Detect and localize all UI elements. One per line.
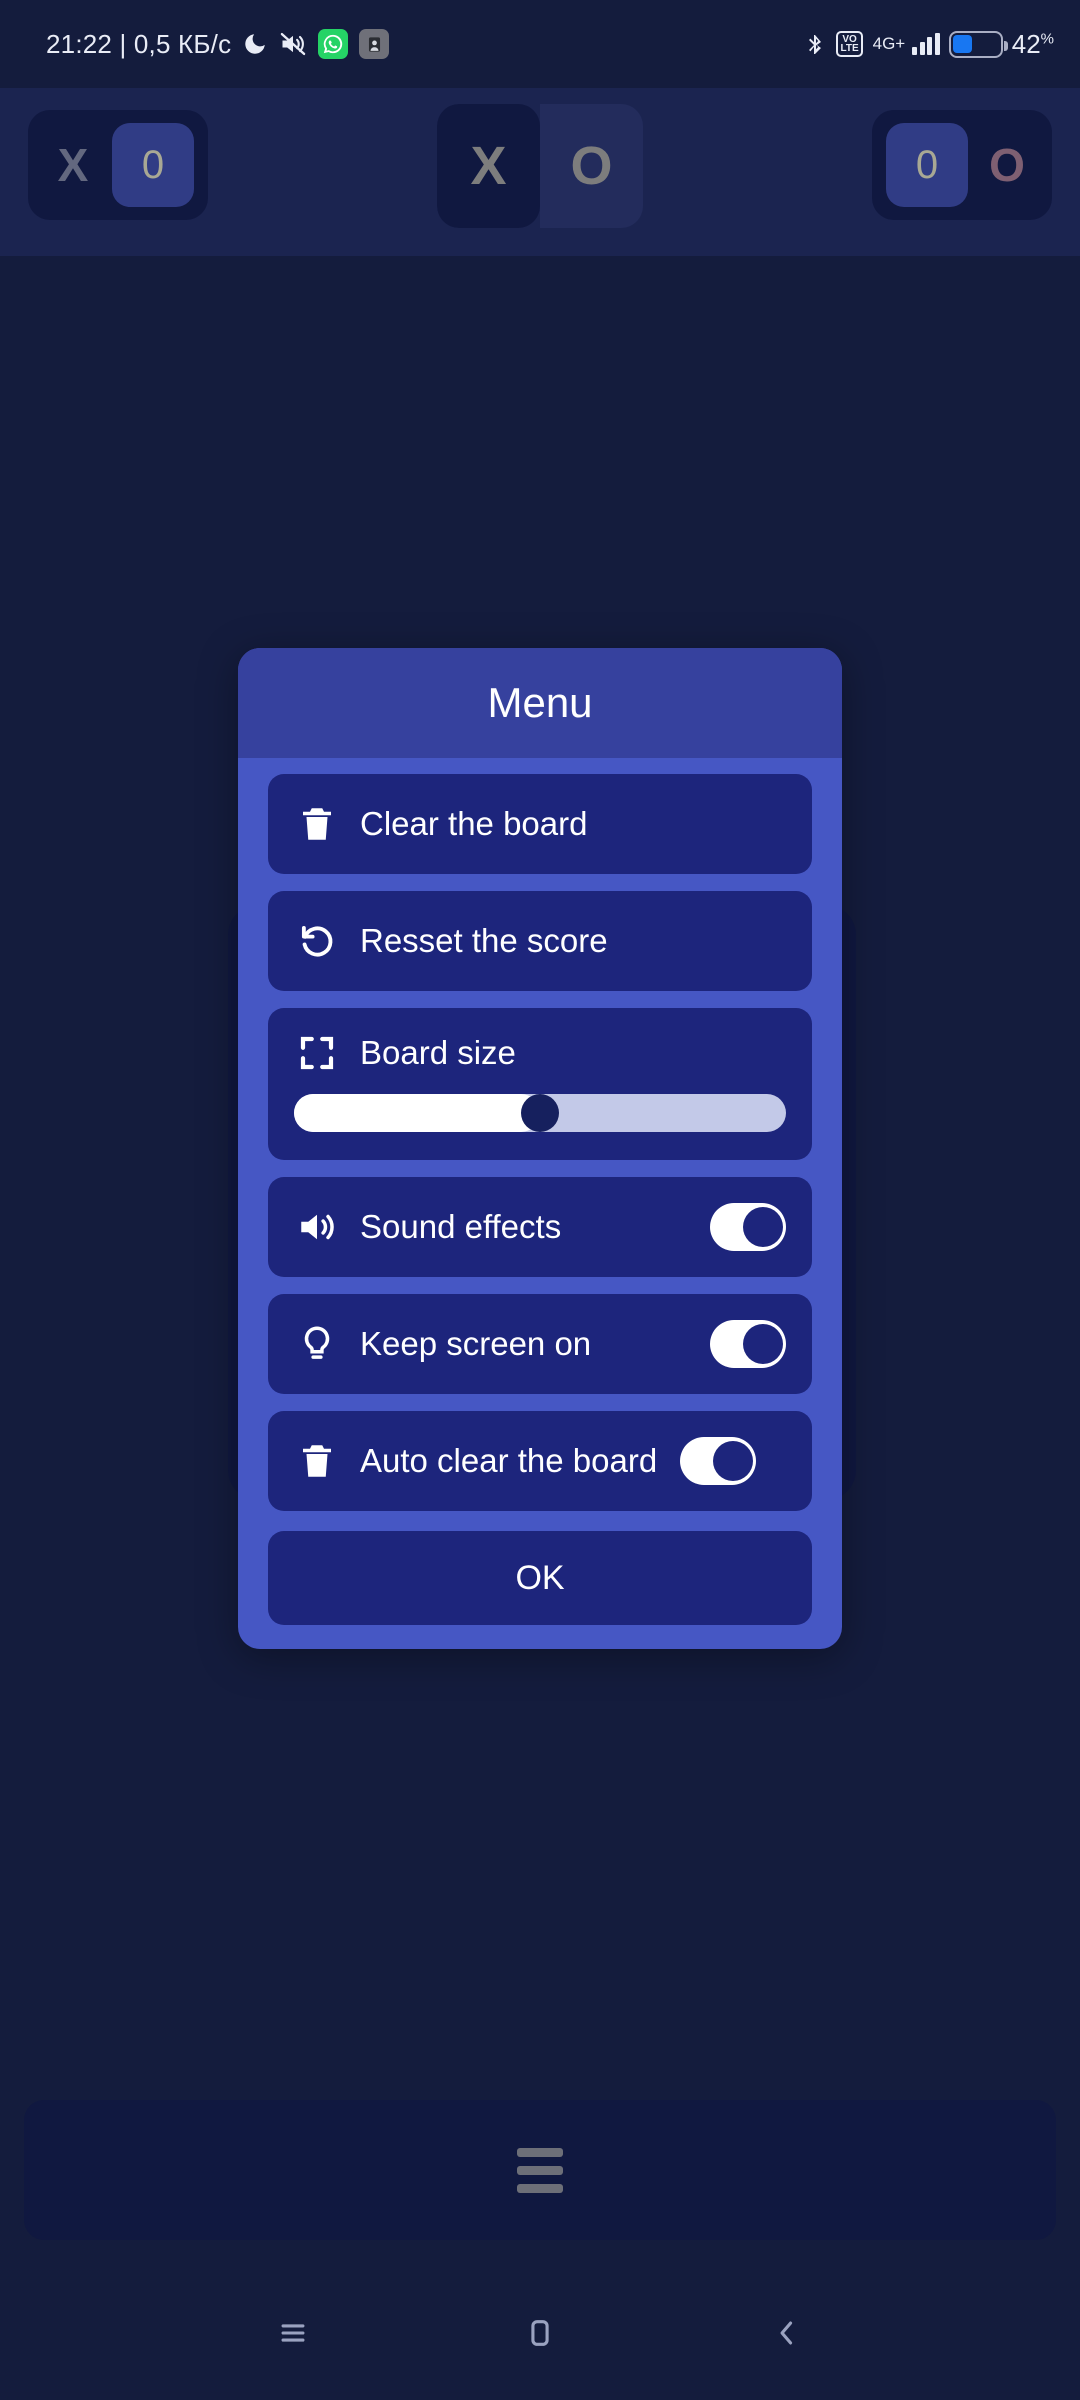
board-size-slider[interactable]	[294, 1092, 786, 1134]
keep-screen-on-toggle[interactable]	[710, 1320, 786, 1368]
game-header: X 0 X O 0 O	[0, 88, 1080, 256]
recents-icon[interactable]	[276, 2316, 310, 2354]
turn-indicator-o[interactable]: O	[540, 104, 643, 228]
menu-item-sound-effects[interactable]: Sound effects	[268, 1177, 812, 1277]
bluetooth-icon	[803, 31, 827, 57]
status-time-and-datarate: 21:22 | 0,5 КБ/с	[46, 28, 232, 59]
android-nav-bar	[0, 2270, 1080, 2400]
menu-item-label: Sound effects	[360, 1207, 562, 1245]
volte-line-2: LTE	[840, 43, 859, 54]
volume-icon	[294, 1204, 340, 1250]
menu-dialog-title: Menu	[487, 679, 593, 726]
mute-icon	[279, 30, 307, 58]
turn-indicator[interactable]: X O	[437, 104, 643, 228]
battery-percent-label: 42%	[1011, 28, 1054, 59]
player-o-score: 0	[886, 123, 968, 207]
menu-item-label: Clear the board	[360, 804, 588, 842]
menu-item-label: Auto clear the board	[360, 1441, 658, 1479]
menu-item-keep-screen-on[interactable]: Keep screen on	[268, 1294, 812, 1394]
slider-fill	[294, 1094, 540, 1132]
status-bar-left: 21:22 | 0,5 КБ/с	[26, 28, 390, 60]
player-x-score: 0	[112, 123, 194, 207]
status-bar: 21:22 | 0,5 КБ/с VO LTE 4G+ 42%	[0, 0, 1080, 88]
status-bar-right: VO LTE 4G+ 42%	[803, 29, 1054, 60]
toggle-knob	[743, 1324, 783, 1364]
toggle-knob	[713, 1441, 753, 1481]
battery-icon	[948, 30, 1008, 58]
menu-item-auto-clear-the-board[interactable]: Auto clear the board	[268, 1411, 812, 1511]
volte-icon: VO LTE	[836, 31, 863, 57]
player-x-mark: X	[57, 139, 89, 191]
bottom-menu-bar[interactable]	[24, 2100, 1056, 2240]
auto-clear-the-board-toggle[interactable]	[680, 1437, 756, 1485]
trash-icon	[294, 801, 340, 847]
signal-bars-icon	[912, 33, 940, 55]
menu-dialog-body: Clear the board Resset the score Board s…	[238, 758, 842, 1649]
turn-indicator-x[interactable]: X	[437, 104, 540, 228]
player-o-mark: O	[989, 139, 1025, 191]
menu-item-resset-the-score[interactable]: Resset the score	[268, 891, 812, 991]
back-icon[interactable]	[770, 2316, 804, 2354]
player-o-score-widget[interactable]: 0 O	[872, 110, 1052, 220]
menu-item-label: Keep screen on	[360, 1324, 592, 1362]
trash-icon	[294, 1438, 340, 1484]
menu-dialog: Menu Clear the board Resset the score Bo…	[238, 648, 842, 1649]
menu-item-label: Board size	[360, 1033, 516, 1071]
slider-knob[interactable]	[521, 1094, 559, 1132]
sound-effects-toggle[interactable]	[710, 1203, 786, 1251]
player-x-score-widget[interactable]: X 0	[28, 110, 208, 220]
fullscreen-icon	[294, 1030, 340, 1076]
menu-item-board-size-row: Board size	[294, 1030, 786, 1076]
menu-item-board-size[interactable]: Board size	[268, 1008, 812, 1160]
hamburger-icon[interactable]	[517, 2147, 563, 2193]
ok-button[interactable]: OK	[268, 1531, 812, 1625]
moon-dnd-icon	[242, 31, 268, 57]
undo-icon	[294, 918, 340, 964]
menu-item-clear-the-board[interactable]: Clear the board	[268, 774, 812, 874]
network-type-label: 4G+	[872, 34, 906, 53]
lightbulb-icon	[294, 1321, 340, 1367]
menu-dialog-header: Menu	[238, 648, 842, 758]
home-icon[interactable]	[523, 2316, 557, 2354]
menu-item-label: Resset the score	[360, 921, 608, 959]
app-icon	[359, 29, 390, 59]
toggle-knob	[743, 1207, 783, 1247]
phone-screen: 21:22 | 0,5 КБ/с VO LTE 4G+ 42% X 0 X O …	[0, 0, 1080, 2400]
whatsapp-icon	[318, 29, 349, 59]
